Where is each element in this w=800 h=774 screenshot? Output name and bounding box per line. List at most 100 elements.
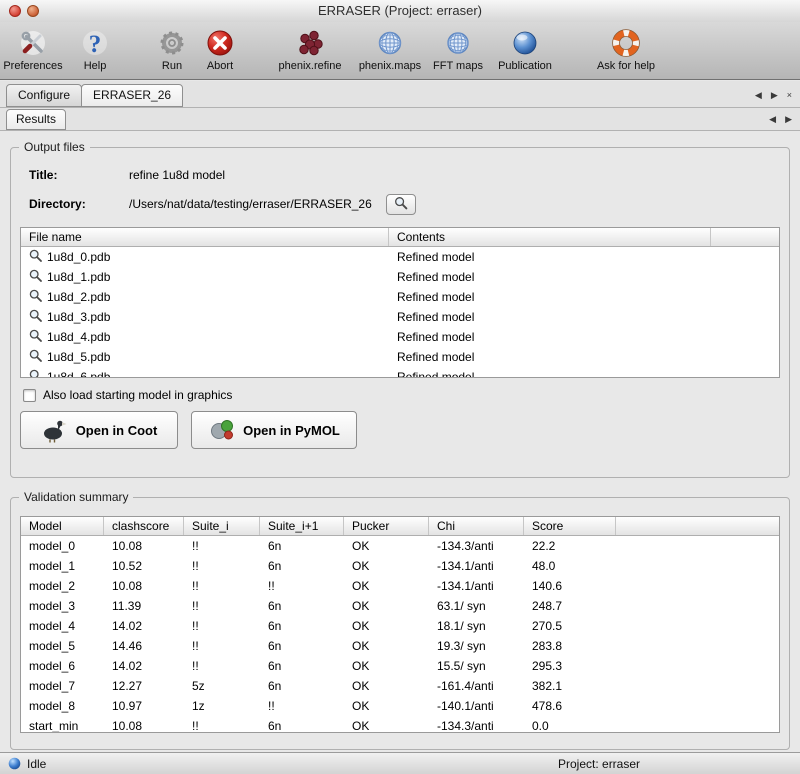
file-name-cell: 1u8d_2.pdb (21, 289, 389, 305)
tab-configure[interactable]: Configure (6, 84, 82, 107)
validation-cell: 6n (260, 639, 344, 653)
file-row[interactable]: 1u8d_1.pdb Refined model (21, 267, 779, 287)
file-contents-cell: Refined model (389, 330, 711, 344)
validation-cell: OK (344, 539, 429, 553)
magnifier-icon (29, 269, 42, 285)
title-label: Title: (29, 168, 129, 182)
validation-cell: 15.5/ syn (429, 659, 524, 673)
toolbar-label: FFT maps (429, 60, 487, 72)
tab-results[interactable]: Results (6, 109, 66, 130)
file-name: 1u8d_5.pdb (47, 350, 110, 364)
validation-cell: 18.1/ syn (429, 619, 524, 633)
tab-scroll-right-button[interactable]: ▶ (771, 90, 778, 101)
toolbar-button-run[interactable]: Run (152, 26, 192, 72)
traffic-lights (9, 5, 39, 17)
validation-cell: 6n (260, 619, 344, 633)
validation-row[interactable]: model_614.02!!6nOK15.5/ syn295.3 (21, 656, 779, 676)
open-in-coot-button[interactable]: Open in Coot (20, 411, 178, 449)
validation-cell: 10.08 (104, 719, 184, 733)
validation-cell: !! (184, 539, 260, 553)
title-value: refine 1u8d model (129, 168, 225, 182)
validation-cell: 6n (260, 659, 344, 673)
file-contents-cell: Refined model (389, 370, 711, 378)
validation-row[interactable]: model_514.46!!6nOK19.3/ syn283.8 (21, 636, 779, 656)
toolbar-button-help[interactable]: ?Help (75, 26, 115, 72)
validation-cell: OK (344, 679, 429, 693)
validation-cell: 140.6 (524, 579, 616, 593)
file-row[interactable]: 1u8d_2.pdbRefined model (21, 287, 779, 307)
status-text: Idle (27, 757, 46, 771)
file-name: 1u8d_3.pdb (47, 310, 110, 324)
close-window-button[interactable] (9, 5, 21, 17)
toolbar-button-publication[interactable]: Publication (493, 26, 557, 72)
file-row[interactable]: 1u8d_5.pdbRefined model (21, 347, 779, 367)
file-row[interactable]: 1u8d_6.pdbRefined model (21, 367, 779, 378)
file-row[interactable]: 1u8d_0.pdbRefined model (21, 247, 779, 267)
file-row[interactable]: 1u8d_4.pdb Refined model (21, 327, 779, 347)
tab-scroll-right-button[interactable]: ▶ (785, 114, 792, 125)
validation-cell: 248.7 (524, 599, 616, 613)
validation-cell: 6n (260, 599, 344, 613)
validation-cell: 10.97 (104, 699, 184, 713)
validation-row[interactable]: model_010.08!!6nOK-134.3/anti22.2 (21, 536, 779, 556)
validation-cell: model_7 (21, 679, 104, 693)
toolbar-button-phenix-refine[interactable]: phenix.refine (270, 26, 350, 72)
tab-close-tab-button[interactable]: × (787, 90, 792, 101)
validation-row[interactable]: model_810.971z!!OK-140.1/anti478.6 (21, 696, 779, 716)
output-files-table-body: 1u8d_0.pdbRefined model 1u8d_1.pdb Refined… (21, 247, 779, 378)
validation-header-chi: Chi (429, 517, 524, 535)
browse-directory-button[interactable] (386, 194, 416, 215)
validation-row[interactable]: model_311.39!!6nOK63.1/ syn248.7 (21, 596, 779, 616)
titlebar[interactable]: ERRASER (Project: erraser) (0, 0, 800, 22)
file-table-header-file-name: File name (21, 228, 389, 246)
magnifier-icon (29, 309, 42, 325)
validation-row[interactable]: start_min10.08!!6nOK-134.3/anti0.0 (21, 716, 779, 733)
validation-cell: -140.1/anti (429, 699, 524, 713)
toolbar-label: phenix.maps (351, 60, 429, 72)
toolbar-label: Ask for help (590, 60, 662, 72)
validation-row[interactable]: model_210.08!!!!OK-134.1/anti140.6 (21, 576, 779, 596)
notebook-tab-bar: Configure ERRASER_26 ◀ ▶ × (0, 81, 800, 108)
validation-cell: OK (344, 639, 429, 653)
minimize-window-button[interactable] (27, 5, 39, 17)
validation-cell: OK (344, 579, 429, 593)
open-in-pymol-button[interactable]: Open in PyMOL (191, 411, 357, 449)
file-name-cell: 1u8d_4.pdb (21, 329, 389, 345)
file-name: 1u8d_1.pdb (47, 270, 110, 284)
fft-maps-icon (429, 26, 487, 60)
validation-cell: model_8 (21, 699, 104, 713)
toolbar-button-ask-for-help[interactable]: Ask for help (590, 26, 662, 72)
validation-cell: !! (184, 639, 260, 653)
title-row: Title: refine 1u8d model (29, 164, 771, 186)
toolbar-button-preferences[interactable]: Preferences (3, 26, 63, 72)
load-starting-model-label: Also load starting model in graphics (43, 388, 232, 402)
validation-cell: 382.1 (524, 679, 616, 693)
validation-cell: OK (344, 619, 429, 633)
tab-erraser-26[interactable]: ERRASER_26 (81, 84, 183, 107)
validation-cell: 6n (260, 559, 344, 573)
validation-row[interactable]: model_110.52!!6nOK-134.1/anti48.0 (21, 556, 779, 576)
file-contents-cell: Refined model (389, 270, 711, 284)
toolbar-button-phenix-maps[interactable]: phenix.maps (351, 26, 429, 72)
validation-row[interactable]: model_712.275z6nOK-161.4/anti382.1 (21, 676, 779, 696)
validation-cell: 283.8 (524, 639, 616, 653)
validation-cell: 14.02 (104, 619, 184, 633)
file-name: 1u8d_4.pdb (47, 330, 110, 344)
magnifier-icon (29, 369, 42, 378)
validation-cell: 14.02 (104, 659, 184, 673)
validation-cell: !! (184, 719, 260, 733)
toolbar-button-fft-maps[interactable]: FFT maps (429, 26, 487, 72)
toolbar-button-abort[interactable]: Abort (199, 26, 241, 72)
run-icon (152, 26, 192, 60)
load-starting-model-checkbox[interactable] (23, 389, 36, 402)
validation-row[interactable]: model_414.02!!6nOK18.1/ syn270.5 (21, 616, 779, 636)
validation-cell: 12.27 (104, 679, 184, 693)
tab-scroll-left-button[interactable]: ◀ (755, 90, 762, 101)
validation-cell: 19.3/ syn (429, 639, 524, 653)
validation-cell: 10.52 (104, 559, 184, 573)
validation-cell: !! (260, 579, 344, 593)
file-row[interactable]: 1u8d_3.pdbRefined model (21, 307, 779, 327)
tab-scroll-left-button[interactable]: ◀ (769, 114, 776, 125)
toolbar-label: Run (152, 60, 192, 72)
tab-label: Configure (18, 88, 70, 102)
